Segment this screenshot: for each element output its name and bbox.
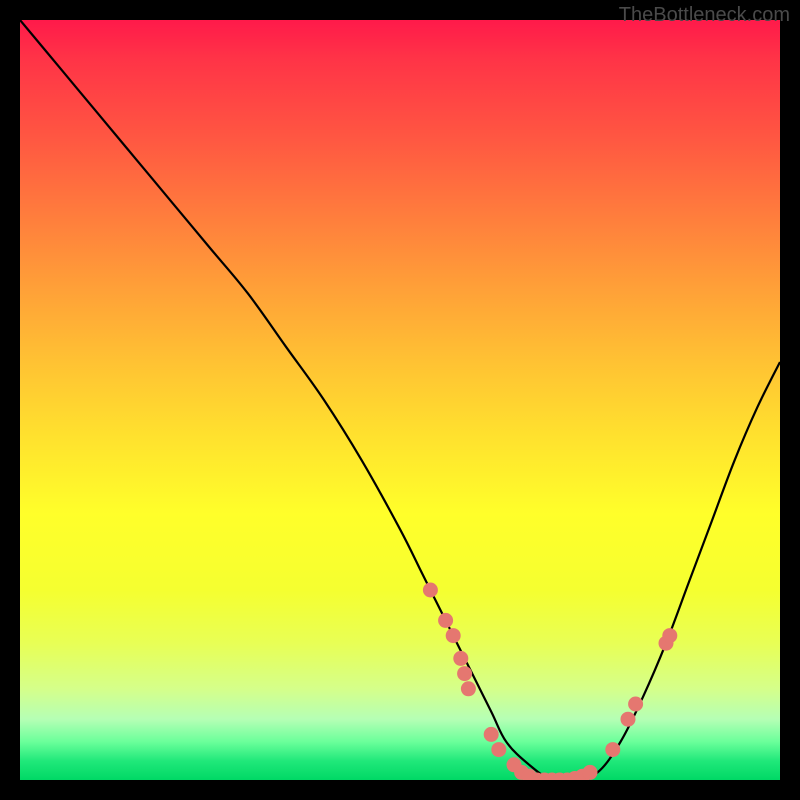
- data-marker: [461, 681, 476, 696]
- data-marker: [583, 765, 598, 780]
- data-marker: [453, 651, 468, 666]
- data-marker: [423, 583, 438, 598]
- data-marker: [662, 628, 677, 643]
- data-markers-group: [423, 583, 677, 781]
- data-marker: [446, 628, 461, 643]
- data-marker: [605, 742, 620, 757]
- watermark-text: TheBottleneck.com: [619, 4, 790, 27]
- data-marker: [484, 727, 499, 742]
- bottleneck-curve-line: [20, 20, 780, 780]
- data-marker: [621, 712, 636, 727]
- data-marker: [438, 613, 453, 628]
- chart-plot-area: [20, 20, 780, 780]
- data-marker: [491, 742, 506, 757]
- data-marker: [457, 666, 472, 681]
- bottleneck-chart-svg: [20, 20, 780, 780]
- data-marker: [628, 697, 643, 712]
